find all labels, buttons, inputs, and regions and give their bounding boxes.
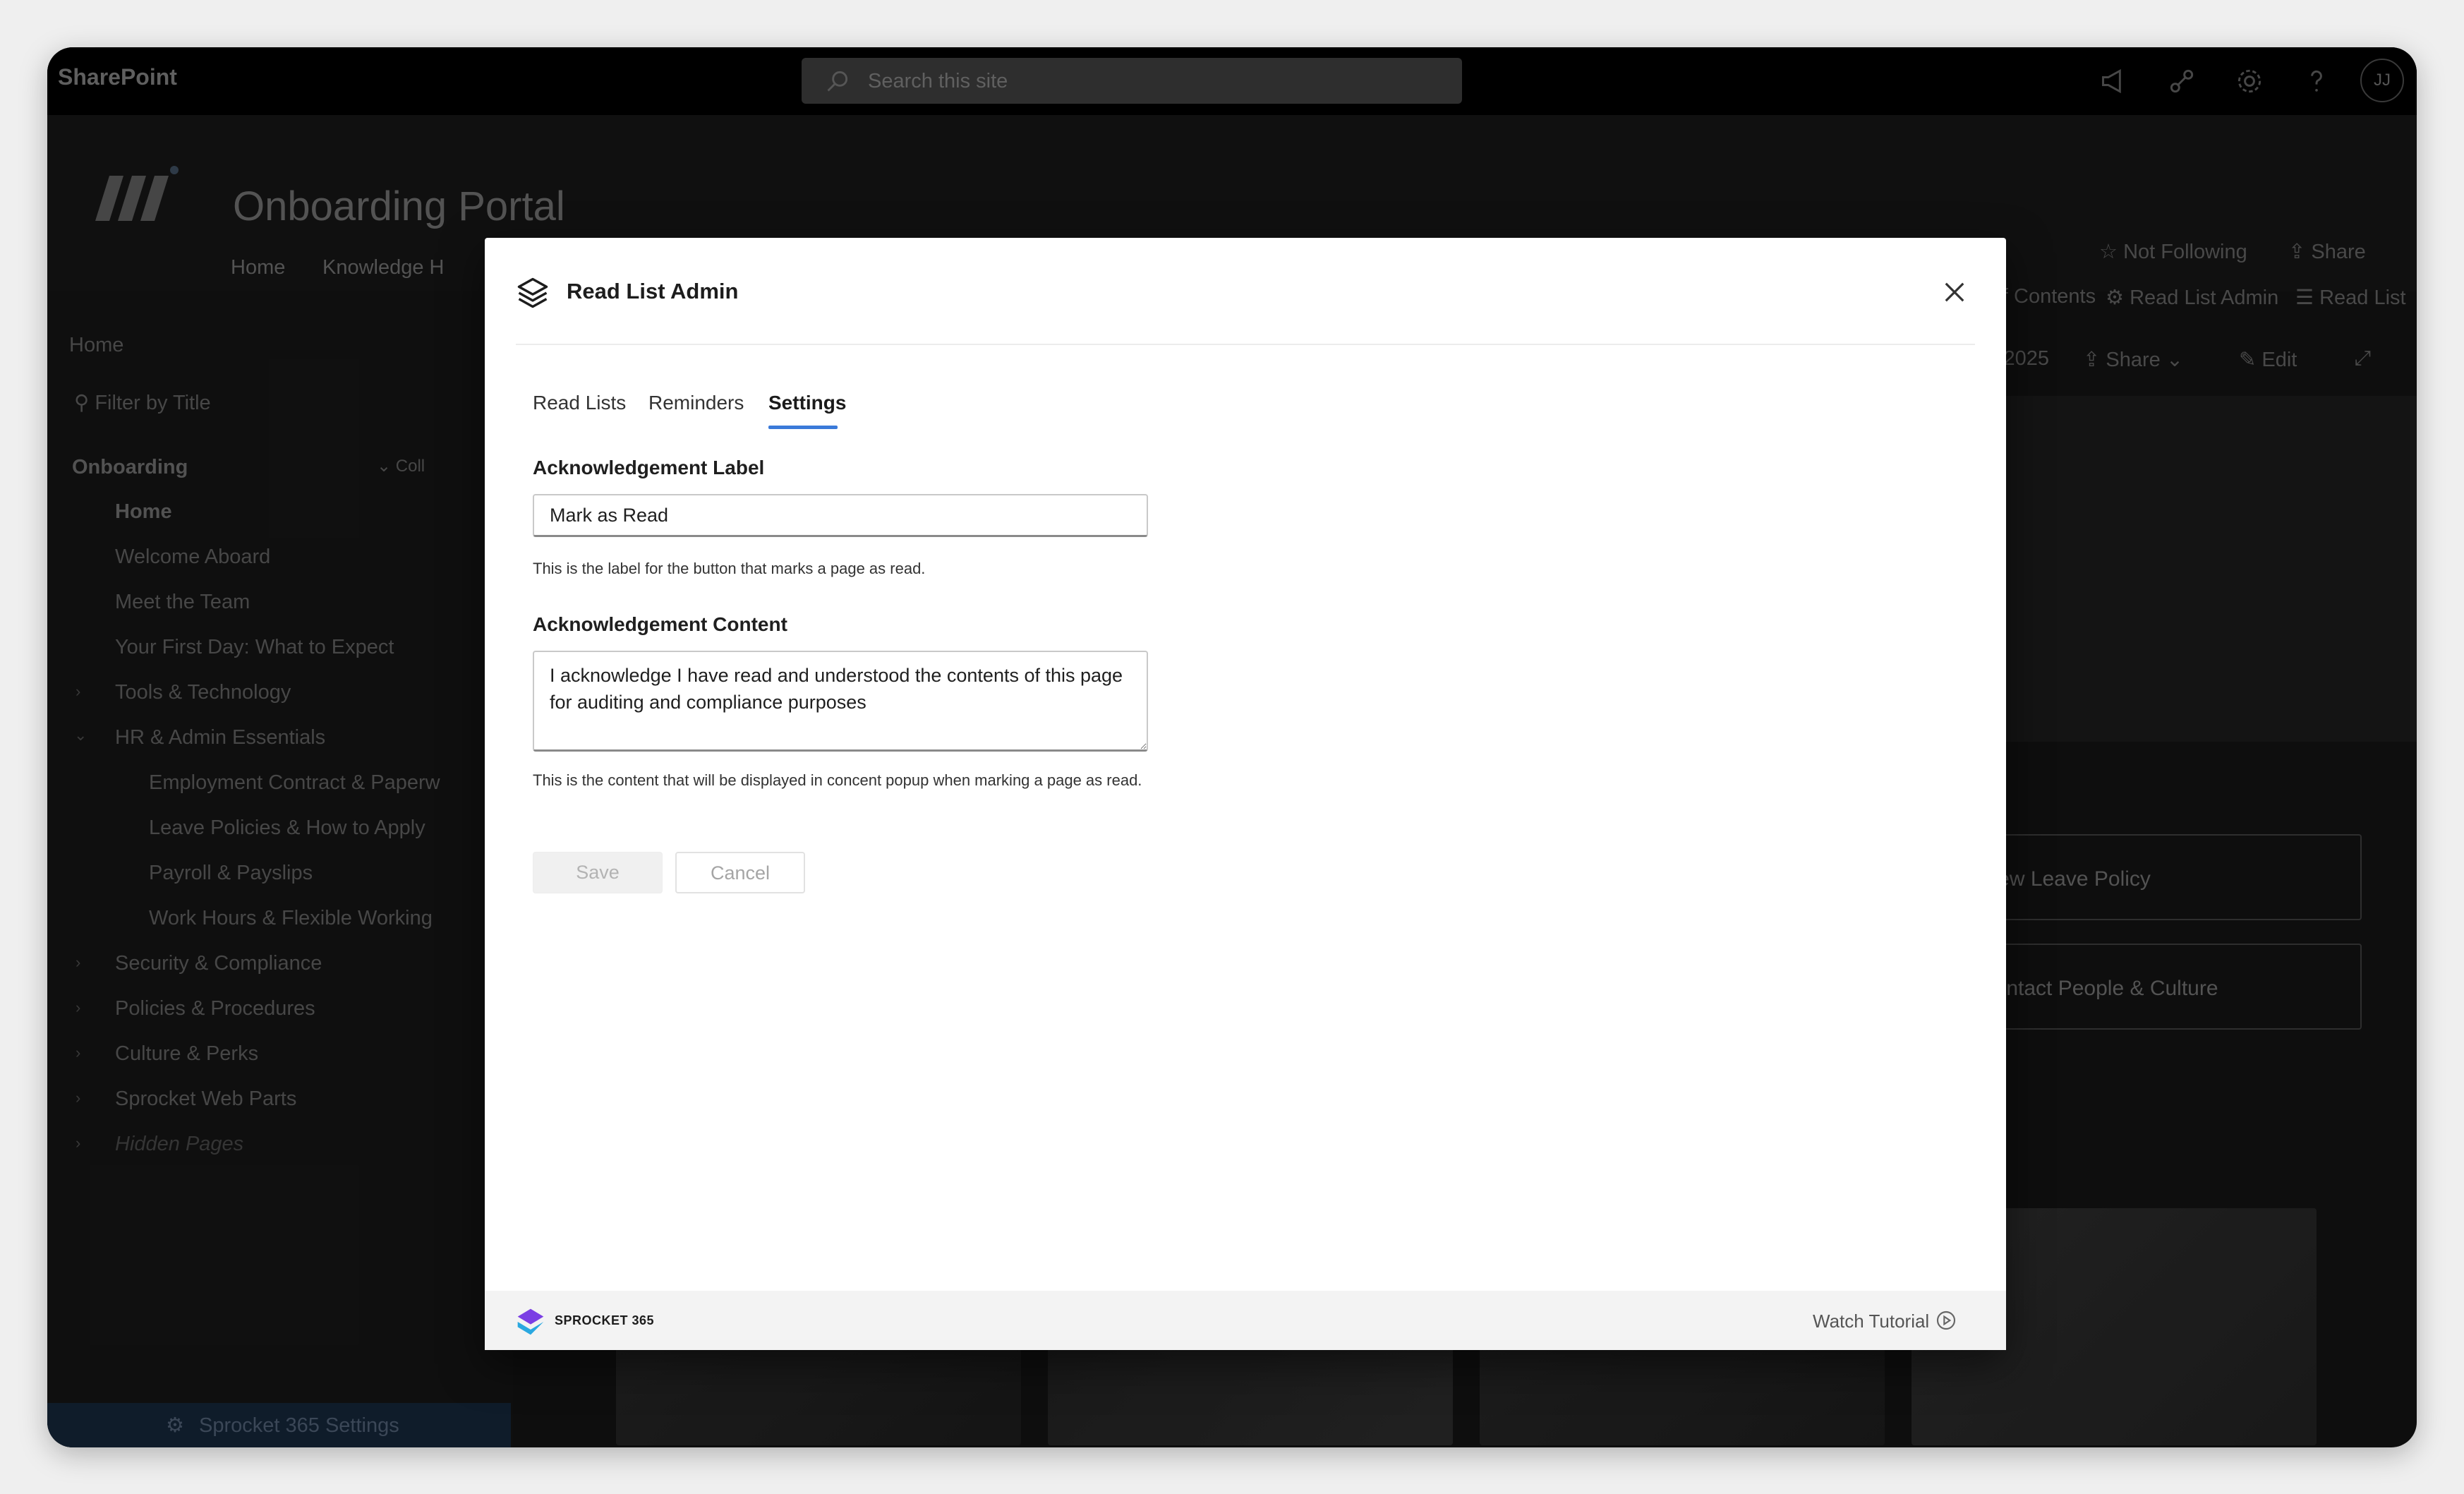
sharepoint-window: SharePoint Search this site JJ Onboardin… bbox=[47, 47, 2417, 1447]
ack-label-title: Acknowledgement Label bbox=[533, 457, 765, 478]
save-button[interactable]: Save bbox=[533, 852, 663, 893]
tab-reminders[interactable]: Reminders bbox=[648, 392, 744, 414]
sprocket-logo-icon bbox=[517, 1308, 544, 1335]
tab-settings[interactable]: Settings bbox=[768, 392, 846, 414]
header-divider bbox=[516, 344, 1975, 345]
layers-icon bbox=[517, 277, 548, 308]
sprocket-brand: SPROCKET 365 bbox=[555, 1313, 655, 1327]
dialog-title: Read List Admin bbox=[567, 279, 739, 303]
cancel-button[interactable]: Cancel bbox=[675, 852, 805, 893]
play-circle-icon[interactable] bbox=[1935, 1309, 1957, 1332]
ack-label-input[interactable] bbox=[533, 494, 1148, 537]
ack-content-title: Acknowledgement Content bbox=[533, 613, 787, 635]
active-tab-indicator bbox=[768, 426, 838, 429]
tab-read-lists[interactable]: Read Lists bbox=[533, 392, 626, 414]
ack-content-textarea[interactable]: I acknowledge I have read and understood… bbox=[533, 651, 1148, 752]
dialog-footer: SPROCKET 365 Watch Tutorial bbox=[485, 1291, 2006, 1350]
close-icon[interactable] bbox=[1940, 277, 1969, 307]
read-list-admin-dialog: Read List Admin Read Lists Reminders Set… bbox=[485, 238, 2006, 1350]
ack-content-help: This is the content that will be display… bbox=[533, 771, 1142, 789]
watch-tutorial-link[interactable]: Watch Tutorial bbox=[1813, 1311, 1929, 1332]
ack-label-help: This is the label for the button that ma… bbox=[533, 560, 926, 577]
